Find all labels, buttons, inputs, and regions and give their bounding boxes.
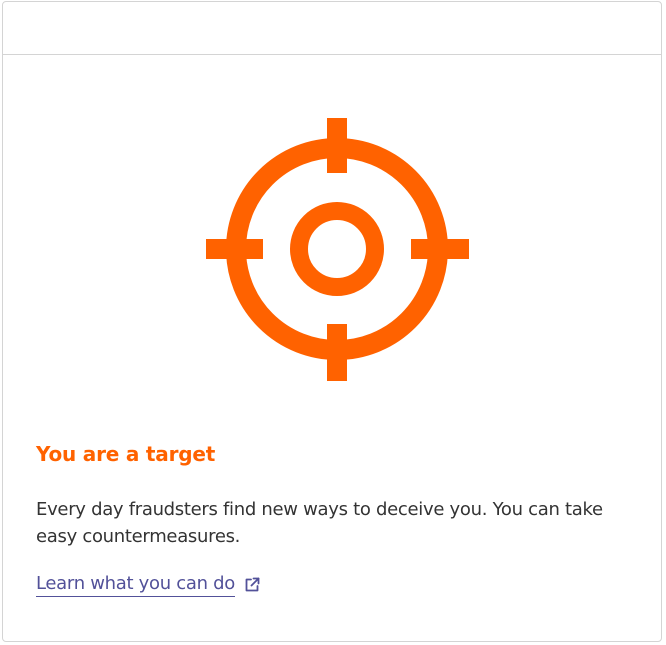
card-header [3, 2, 661, 55]
learn-more-link-label: Learn what you can do [36, 572, 235, 597]
learn-more-link[interactable]: Learn what you can do [36, 572, 261, 597]
target-crosshair-icon [206, 118, 469, 381]
info-card: You are a target Every day fraudsters fi… [2, 1, 662, 642]
card-description: Every day fraudsters find new ways to de… [36, 499, 603, 547]
external-link-icon [245, 577, 260, 591]
card-title: You are a target [36, 442, 216, 466]
